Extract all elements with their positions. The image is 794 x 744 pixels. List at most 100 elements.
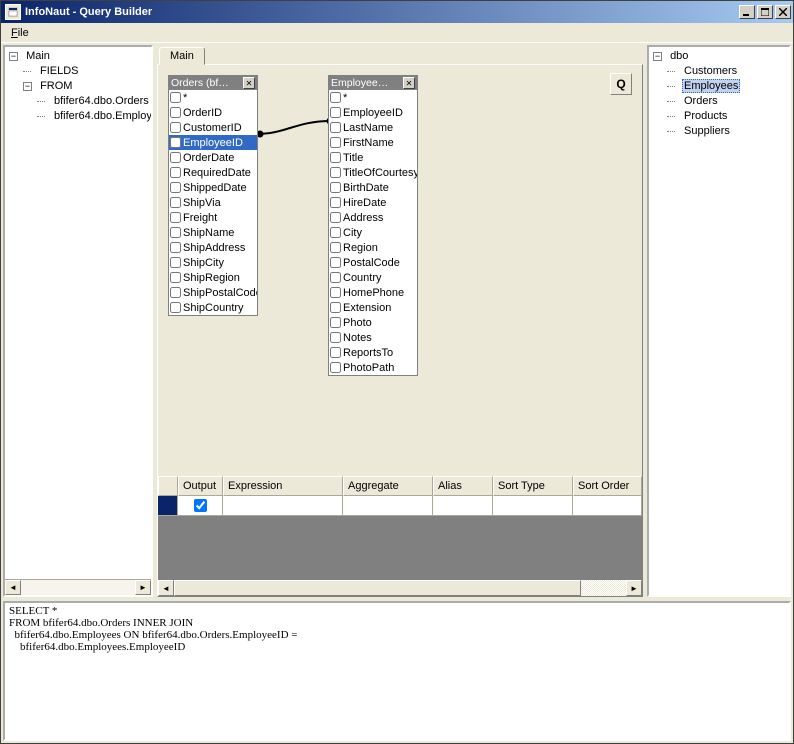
column-checkbox[interactable] (330, 317, 341, 328)
column-checkbox[interactable] (330, 332, 341, 343)
table-column[interactable]: LastName (329, 120, 417, 135)
column-checkbox[interactable] (330, 137, 341, 148)
grid-cell-aggregate[interactable] (343, 496, 433, 516)
scroll-left-icon[interactable]: ◄ (5, 580, 21, 595)
column-checkbox[interactable] (330, 167, 341, 178)
column-checkbox[interactable] (330, 107, 341, 118)
column-checkbox[interactable] (170, 92, 181, 103)
table-column[interactable]: HomePhone (329, 285, 417, 300)
table-column[interactable]: OrderID (169, 105, 257, 120)
column-checkbox[interactable] (330, 122, 341, 133)
table-orders-header[interactable]: Orders (bf… ✕ (169, 76, 257, 90)
output-checkbox[interactable] (194, 499, 207, 512)
table-column[interactable]: HireDate (329, 195, 417, 210)
query-button[interactable]: Q (610, 73, 632, 95)
table-column[interactable]: ShipAddress (169, 240, 257, 255)
table-column[interactable]: CustomerID (169, 120, 257, 135)
left-tree-scrollbar[interactable]: ◄ ► (5, 579, 151, 595)
grid-cell-sort-type[interactable] (493, 496, 573, 516)
tree-node-customers[interactable]: Customers (682, 65, 739, 77)
column-checkbox[interactable] (170, 302, 181, 313)
column-checkbox[interactable] (170, 122, 181, 133)
grid-scrollbar[interactable]: ◄ ► (158, 580, 642, 596)
diagram-canvas[interactable]: Q Orders (bf… ✕ (158, 65, 642, 476)
tree-node-fields[interactable]: FIELDS (38, 65, 81, 77)
table-employees-header[interactable]: Employee… ✕ (329, 76, 417, 90)
tree-node-from-employees[interactable]: bfifer64.dbo.Employees (52, 110, 151, 122)
left-tree[interactable]: − Main FIELDS − FROM bfifer64.dbo.Orders… (5, 47, 151, 579)
table-column[interactable]: BirthDate (329, 180, 417, 195)
column-checkbox[interactable] (170, 242, 181, 253)
table-column[interactable]: RequiredDate (169, 165, 257, 180)
scroll-track[interactable] (21, 580, 135, 595)
table-column[interactable]: ReportsTo (329, 345, 417, 360)
column-checkbox[interactable] (170, 107, 181, 118)
table-column[interactable]: * (329, 90, 417, 105)
column-checkbox[interactable] (170, 182, 181, 193)
grid-header-alias[interactable]: Alias (433, 476, 493, 496)
column-checkbox[interactable] (170, 212, 181, 223)
table-orders-close-icon[interactable]: ✕ (243, 77, 255, 89)
menu-file[interactable]: File (5, 25, 35, 41)
scroll-right-icon[interactable]: ► (135, 580, 151, 595)
minimize-button[interactable] (739, 5, 755, 19)
maximize-button[interactable] (757, 5, 773, 19)
table-column[interactable]: Photo (329, 315, 417, 330)
column-checkbox[interactable] (330, 362, 341, 373)
table-column[interactable]: ShipName (169, 225, 257, 240)
expand-icon[interactable]: − (653, 52, 662, 61)
column-checkbox[interactable] (170, 197, 181, 208)
tree-node-from-orders[interactable]: bfifer64.dbo.Orders (52, 95, 151, 107)
column-checkbox[interactable] (170, 137, 181, 148)
table-column[interactable]: ShipVia (169, 195, 257, 210)
table-column[interactable]: TitleOfCourtesy (329, 165, 417, 180)
table-column[interactable]: OrderDate (169, 150, 257, 165)
table-column[interactable]: ShippedDate (169, 180, 257, 195)
close-button[interactable] (775, 5, 791, 19)
column-checkbox[interactable] (170, 287, 181, 298)
tab-main[interactable]: Main (159, 47, 205, 65)
table-column[interactable]: Address (329, 210, 417, 225)
table-column[interactable]: ShipPostalCode (169, 285, 257, 300)
table-column[interactable]: FirstName (329, 135, 417, 150)
tree-node-dbo[interactable]: dbo (668, 50, 690, 62)
column-checkbox[interactable] (170, 152, 181, 163)
column-checkbox[interactable] (330, 272, 341, 283)
column-checkbox[interactable] (170, 167, 181, 178)
column-checkbox[interactable] (170, 257, 181, 268)
grid-cell-expression[interactable] (223, 496, 343, 516)
table-column[interactable]: City (329, 225, 417, 240)
sql-panel[interactable]: SELECT * FROM bfifer64.dbo.Orders INNER … (3, 601, 791, 741)
grid-row[interactable] (158, 496, 642, 516)
column-checkbox[interactable] (330, 347, 341, 358)
grid-header-sort-order[interactable]: Sort Order (573, 476, 642, 496)
column-checkbox[interactable] (330, 212, 341, 223)
column-checkbox[interactable] (330, 287, 341, 298)
column-checkbox[interactable] (330, 92, 341, 103)
table-orders[interactable]: Orders (bf… ✕ *OrderIDCustomerIDEmployee… (168, 75, 258, 316)
table-column[interactable]: Region (329, 240, 417, 255)
table-column[interactable]: ShipRegion (169, 270, 257, 285)
column-checkbox[interactable] (170, 227, 181, 238)
grid-cell-alias[interactable] (433, 496, 493, 516)
tree-node-from[interactable]: FROM (38, 80, 74, 92)
table-column[interactable]: EmployeeID (329, 105, 417, 120)
table-column[interactable]: * (169, 90, 257, 105)
table-column[interactable]: ShipCity (169, 255, 257, 270)
table-column[interactable]: Notes (329, 330, 417, 345)
table-employees-close-icon[interactable]: ✕ (403, 77, 415, 89)
table-column[interactable]: PhotoPath (329, 360, 417, 375)
scroll-thumb[interactable] (174, 580, 581, 596)
column-checkbox[interactable] (330, 227, 341, 238)
table-column[interactable]: ShipCountry (169, 300, 257, 315)
table-column[interactable]: EmployeeID (169, 135, 257, 150)
grid-row-selector[interactable] (158, 496, 178, 516)
grid-header-expression[interactable]: Expression (223, 476, 343, 496)
tree-node-employees[interactable]: Employees (682, 79, 740, 93)
table-column[interactable]: Country (329, 270, 417, 285)
table-column[interactable]: Extension (329, 300, 417, 315)
grid-cell-output[interactable] (178, 496, 223, 516)
expand-icon[interactable]: − (9, 52, 18, 61)
table-column[interactable]: PostalCode (329, 255, 417, 270)
expand-icon[interactable]: − (23, 82, 32, 91)
